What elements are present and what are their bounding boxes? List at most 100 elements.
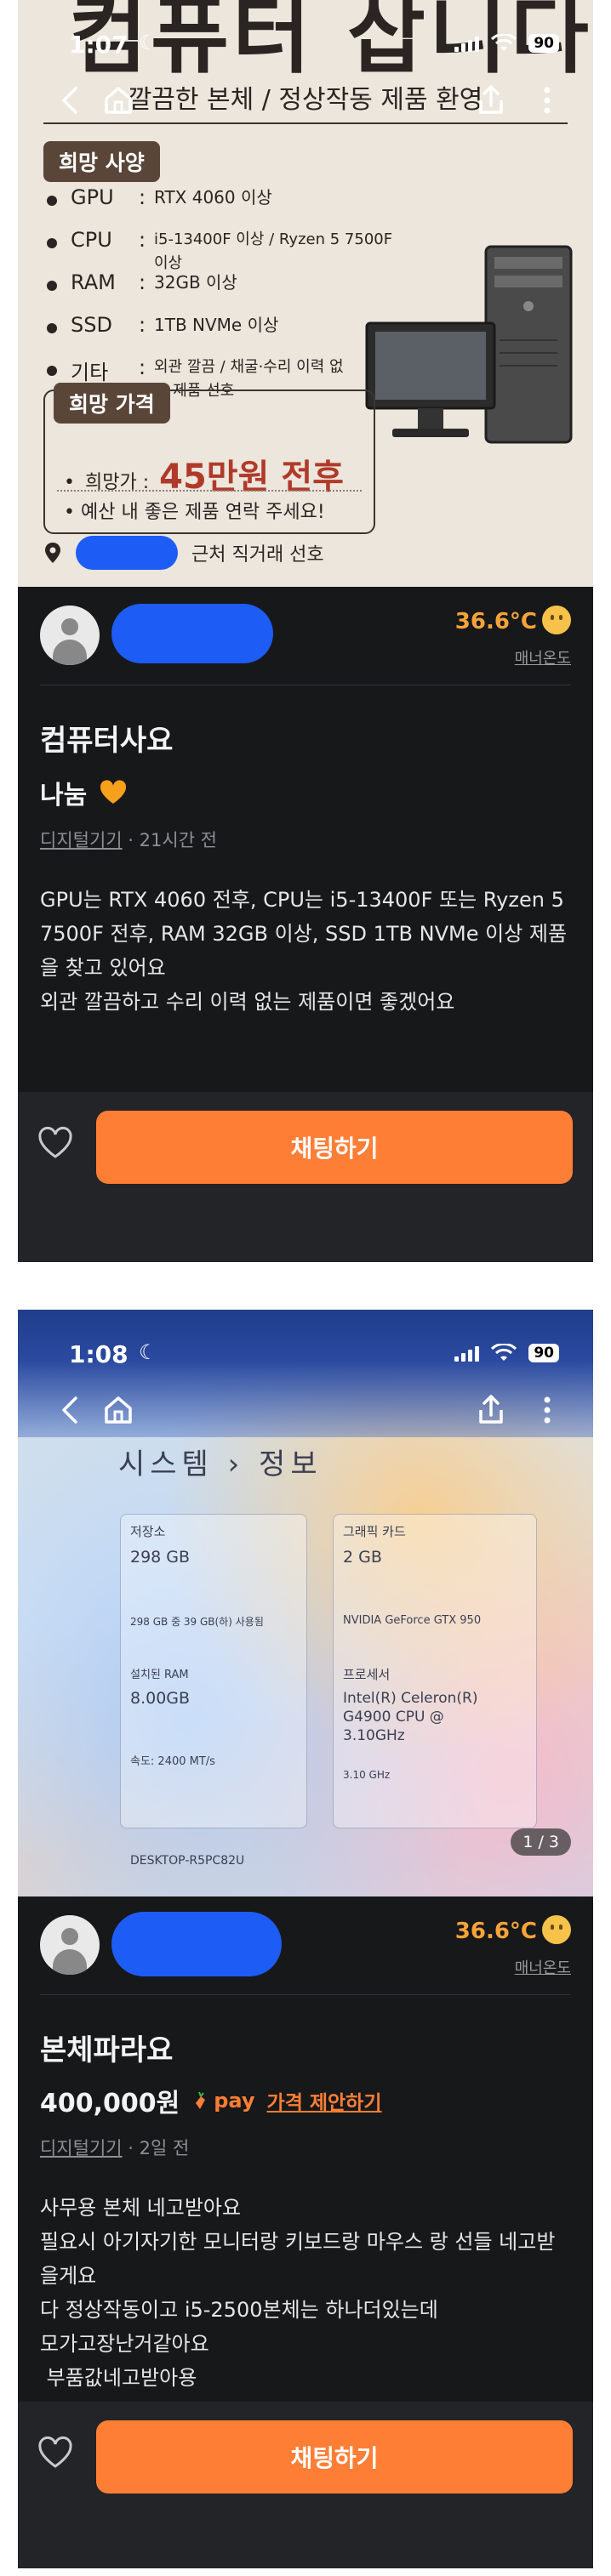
divider bbox=[40, 1994, 571, 1995]
manner-temperature: 36.6°C bbox=[454, 609, 537, 634]
post-price: 나눔 bbox=[40, 781, 88, 810]
spec-value: RTX 4060 이상 bbox=[154, 187, 272, 208]
bullet-dot bbox=[47, 323, 57, 333]
spec-key: SSD bbox=[71, 313, 112, 337]
price-row: 400,000원 pay 가격 제안하기 bbox=[40, 2082, 382, 2119]
bullet-dot bbox=[47, 238, 57, 248]
photo-heading: 시스템 › 정보 bbox=[118, 1447, 323, 1481]
spec-list: GPU : RTX 4060 이상 CPU : i5-13400F 이상 / R… bbox=[43, 185, 409, 407]
status-bar: 1:07 ☾ 90 bbox=[18, 0, 593, 60]
manner-temperature-link[interactable]: 매너온도 bbox=[515, 1956, 571, 1978]
top-nav bbox=[18, 1391, 593, 1442]
ram-speed: 속도: 2400 MT/s bbox=[130, 1755, 215, 1768]
spec-key: GPU bbox=[71, 185, 114, 209]
share-icon[interactable] bbox=[472, 82, 510, 119]
pay-badge: pay bbox=[191, 2089, 255, 2113]
spec-value: 32GB 이상 bbox=[154, 272, 237, 293]
status-time: 1:07 bbox=[69, 31, 128, 59]
category-link[interactable]: 디지털기기 bbox=[40, 2138, 123, 2158]
category-link[interactable]: 디지털기기 bbox=[40, 830, 123, 850]
spec-key: CPU bbox=[71, 228, 112, 252]
spec-key: RAM bbox=[71, 270, 116, 294]
smiley-face-icon bbox=[542, 1915, 571, 1944]
redaction-scribble bbox=[111, 604, 273, 663]
manner-temperature-link[interactable]: 매너온도 bbox=[515, 646, 571, 668]
back-arrow-icon[interactable] bbox=[52, 1391, 89, 1429]
price-tag: 희망 가격 bbox=[54, 383, 170, 424]
share-icon[interactable] bbox=[472, 1391, 510, 1429]
post-body: 사무용 본체 네고받아요 필요시 아기자기한 모니터랑 키보드랑 마우스 랑 선… bbox=[40, 2196, 556, 2390]
bottom-action-bar: 채팅하기 bbox=[18, 2402, 593, 2568]
location-row: 근처 직거래 선호 bbox=[43, 536, 324, 570]
status-bar: 1:08 ☾ 90 bbox=[18, 1310, 593, 1369]
top-nav bbox=[18, 82, 593, 133]
bullet-dot bbox=[47, 196, 57, 206]
status-icons: 90 bbox=[454, 1344, 559, 1362]
carrot-icon bbox=[196, 2091, 206, 2109]
back-arrow-icon[interactable] bbox=[52, 82, 89, 119]
like-heart-icon[interactable] bbox=[37, 2436, 74, 2470]
dotted-divider bbox=[57, 490, 362, 492]
post-meta: 디지털기기 · 21시간 전 bbox=[40, 827, 217, 852]
spec-row-cpu: CPU : i5-13400F 이상 / Ryzen 5 7500F 이상 bbox=[43, 228, 409, 272]
avatar[interactable] bbox=[40, 606, 100, 665]
storage-used: 298 GB 중 39 GB(하) 사용됨 bbox=[130, 1616, 264, 1628]
manner-temperature: 36.6°C bbox=[454, 1919, 537, 1944]
price-offer-link[interactable]: 가격 제안하기 bbox=[267, 2086, 382, 2115]
graphics-value: 2 GB bbox=[343, 1548, 382, 1567]
chat-button[interactable]: 채팅하기 bbox=[96, 2420, 573, 2494]
price-note-row: • 예산 내 좋은 제품 연락 주세요! bbox=[64, 497, 325, 524]
home-icon[interactable] bbox=[100, 82, 137, 119]
graphics-label: 그래픽 카드 bbox=[343, 1524, 406, 1539]
bullet-dot bbox=[47, 281, 57, 291]
location-pin-icon bbox=[45, 543, 60, 563]
wifi-icon bbox=[491, 1344, 517, 1361]
more-vertical-icon[interactable] bbox=[528, 1391, 566, 1429]
device-name: DESKTOP-R5PC82U bbox=[130, 1854, 245, 1868]
bullet-dot bbox=[47, 366, 57, 376]
price-row: 나눔 bbox=[40, 774, 128, 811]
bullet-dot: • bbox=[64, 502, 75, 523]
like-heart-icon[interactable] bbox=[37, 1126, 74, 1160]
computer-illustration bbox=[365, 245, 573, 444]
bottom-action-bar: 채팅하기 bbox=[18, 1092, 593, 1262]
cpu-speed: 3.10 GHz bbox=[343, 1769, 391, 1781]
redaction-scribble bbox=[111, 1912, 282, 1976]
signal-icon bbox=[454, 35, 480, 52]
status-time: 1:08 bbox=[69, 1340, 128, 1368]
post-price: 400,000원 bbox=[40, 2089, 180, 2118]
cpu-value: Intel(R) Celeron(R) G4900 CPU @ 3.10GHz bbox=[343, 1690, 478, 1744]
wifi-icon bbox=[491, 34, 517, 51]
more-vertical-icon[interactable] bbox=[528, 82, 566, 119]
ram-value: 8.00GB bbox=[130, 1689, 191, 1708]
spec-value: 1TB NVMe 이상 bbox=[154, 315, 279, 335]
smiley-face-icon bbox=[542, 606, 571, 634]
spec-row-ssd: SSD : 1TB NVMe 이상 bbox=[43, 313, 409, 355]
graphics-model: NVIDIA GeForce GTX 950 bbox=[343, 1614, 482, 1627]
battery-icon: 90 bbox=[528, 1344, 559, 1362]
post-time: · 21시간 전 bbox=[128, 830, 218, 850]
post-title: 컴퓨터사요 bbox=[40, 724, 174, 758]
post-title: 본체파라요 bbox=[40, 2033, 174, 2067]
seller-row[interactable]: 36.6°C 매너온도 bbox=[18, 587, 593, 680]
avatar[interactable] bbox=[40, 1915, 100, 1975]
price-note: 예산 내 좋은 제품 연락 주세요! bbox=[80, 502, 325, 523]
redaction-scribble bbox=[76, 536, 178, 570]
storage-value: 298 GB bbox=[130, 1548, 191, 1567]
signal-icon bbox=[454, 1345, 480, 1362]
home-icon[interactable] bbox=[100, 1391, 137, 1429]
storage-label: 저장소 bbox=[130, 1524, 166, 1539]
seller-row[interactable]: 36.6°C 매너온도 bbox=[18, 1896, 593, 1990]
battery-icon: 90 bbox=[528, 34, 559, 53]
screenshot-1: 컴퓨터 삽니다 깔끔한 본체 / 정상작동 제품 환영 희망 사양 GPU : … bbox=[18, 0, 593, 1262]
spec-separator: : bbox=[139, 270, 146, 294]
image-counter: 1 / 3 bbox=[511, 1828, 571, 1856]
moon-icon: ☾ bbox=[139, 31, 157, 54]
chat-button[interactable]: 채팅하기 bbox=[96, 1111, 573, 1184]
spec-separator: : bbox=[139, 313, 146, 337]
location-text: 근처 직거래 선호 bbox=[191, 544, 324, 566]
spec-tag: 희망 사양 bbox=[43, 141, 160, 182]
cpu-label: 프로세서 bbox=[343, 1667, 391, 1682]
spec-separator: : bbox=[139, 228, 146, 252]
post-meta: 디지털기기 · 2일 전 bbox=[40, 2135, 189, 2160]
